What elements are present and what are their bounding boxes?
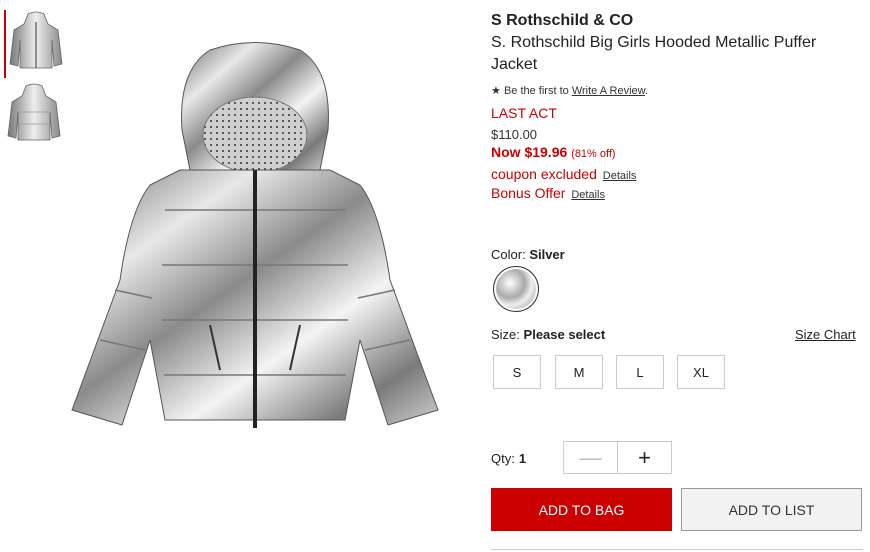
write-review-link[interactable]: Write A Review	[572, 85, 645, 97]
bonus-line: Bonus Offer Details	[491, 185, 863, 201]
thumbnail-back[interactable]	[4, 82, 68, 150]
review-suffix: .	[644, 85, 649, 97]
percent-off: (81% off)	[571, 148, 616, 160]
coupon-line: coupon excluded Details	[491, 166, 863, 182]
qty-value: 1	[518, 451, 527, 466]
product-title: S. Rothschild Big Girls Hooded Metallic …	[491, 34, 817, 73]
coupon-text: coupon excluded	[491, 166, 597, 182]
size-option-xl[interactable]: XL	[677, 355, 725, 389]
sale-price: Now $19.96 (81% off)	[491, 144, 863, 160]
quantity-stepper: — +	[563, 441, 672, 474]
color-value: Silver	[529, 247, 565, 262]
size-option-l[interactable]: L	[616, 355, 664, 389]
product-info-panel: S Rothschild & CO S. Rothschild Big Girl…	[491, 10, 863, 201]
size-label: Size: Please select	[491, 327, 605, 342]
size-value: Please select	[523, 327, 606, 342]
brand-name[interactable]: S Rothschild & CO	[491, 12, 863, 30]
now-price: Now $19.96	[491, 144, 568, 160]
size-chart-link[interactable]: Size Chart	[795, 327, 856, 342]
color-swatch-silver[interactable]	[493, 266, 539, 312]
original-price: $110.00	[491, 127, 538, 142]
minus-icon[interactable]: —	[564, 442, 618, 473]
size-option-s[interactable]: S	[493, 355, 541, 389]
review-line: ★ Be the first to Write A Review.	[491, 84, 863, 97]
review-prefix: Be the first to	[503, 85, 569, 97]
swatch-image	[496, 269, 536, 309]
color-label-text: Color:	[491, 247, 526, 262]
bonus-text: Bonus Offer	[491, 185, 566, 201]
event-label: LAST ACT	[491, 105, 557, 121]
qty-label-text: Qty:	[491, 451, 515, 466]
color-label: Color: Silver	[491, 247, 565, 262]
size-label-text: Size:	[491, 327, 520, 342]
coupon-details-link[interactable]: Details	[603, 170, 637, 182]
size-option-m[interactable]: M	[555, 355, 603, 389]
thumbnail-front[interactable]	[4, 10, 70, 78]
plus-icon[interactable]: +	[618, 442, 671, 473]
jacket-front-thumbnail-image	[9, 11, 63, 69]
divider	[491, 549, 863, 550]
add-to-list-button[interactable]: ADD TO LIST	[681, 488, 862, 531]
qty-label: Qty: 1	[491, 451, 526, 466]
jacket-back-thumbnail-image	[7, 83, 61, 141]
product-main-image[interactable]	[70, 40, 440, 440]
bonus-details-link[interactable]: Details	[571, 189, 605, 201]
star-icon: ★	[491, 85, 501, 97]
add-to-bag-button[interactable]: ADD TO BAG	[491, 488, 672, 531]
